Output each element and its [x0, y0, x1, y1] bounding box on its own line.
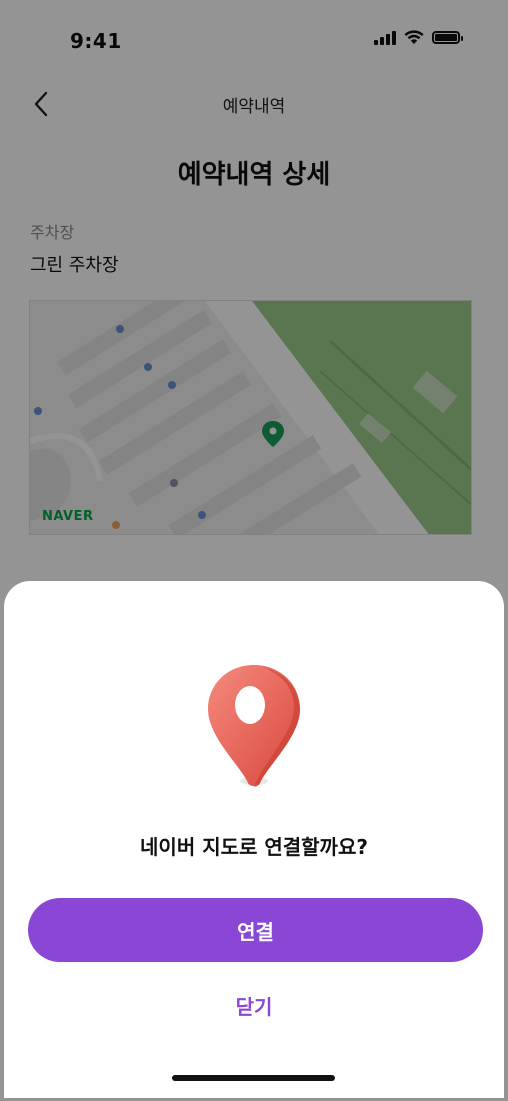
- home-indicator: [172, 1075, 335, 1081]
- close-button[interactable]: 닫기: [4, 991, 504, 1020]
- connect-button[interactable]: 연결: [28, 898, 483, 962]
- bottom-sheet: 네이버 지도로 연결할까요? 연결 닫기: [4, 581, 504, 1098]
- location-pin-icon: [208, 665, 300, 787]
- reservation-detail-screen: 9:41 예약내역 예약내역 상세 주차장 그린 주차장 NAVER 네이버 지…: [0, 0, 508, 1101]
- sheet-question: 네이버 지도로 연결할까요?: [140, 835, 368, 859]
